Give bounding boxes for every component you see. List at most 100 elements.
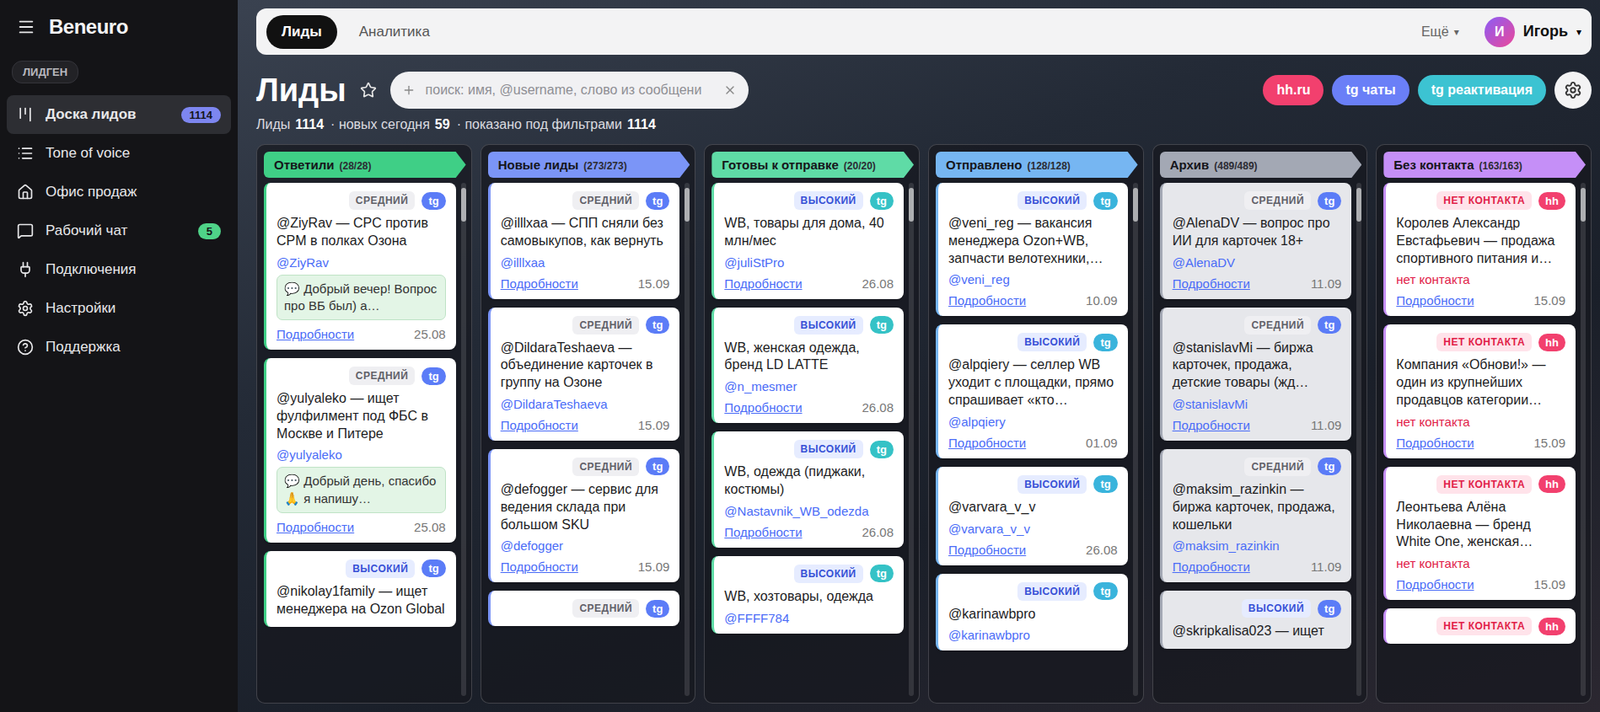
details-link[interactable]: Подробности — [1172, 276, 1251, 291]
card-title: @ZiyRav — CPC против CPM в полках Озона — [276, 214, 446, 251]
details-link[interactable]: Подробности — [724, 400, 802, 415]
card-handle[interactable]: @alpqiery — [948, 414, 1118, 430]
sidebar-item[interactable]: Офис продаж — [6, 172, 231, 212]
sidebar-item[interactable]: Tone of voice — [6, 134, 231, 173]
settings-button[interactable] — [1554, 71, 1592, 109]
lead-card[interactable]: СРЕДНИЙtg@AlenaDV — вопрос про ИИ для ка… — [1159, 182, 1353, 300]
lead-card[interactable]: СРЕДНИЙtg@stanislavMi — биржа карточек, … — [1159, 307, 1353, 441]
lead-card[interactable]: СРЕДНИЙtg — [488, 590, 681, 627]
card-handle[interactable]: @Nastavnik_WB_odezda — [724, 504, 894, 519]
card-badges: СРЕДНИЙtg — [500, 316, 671, 335]
top-tab[interactable]: Аналитика — [343, 15, 446, 49]
sidebar-item[interactable]: Подключения — [6, 250, 231, 290]
scroll-thumb[interactable] — [1132, 187, 1139, 222]
card-handle[interactable]: @n_mesmer — [724, 379, 894, 394]
details-link[interactable]: Подробности — [948, 435, 1026, 451]
lead-card[interactable]: СРЕДНИЙtg@DildaraTeshaeva — объединение … — [488, 307, 681, 441]
plus-icon[interactable] — [402, 83, 416, 97]
details-link[interactable]: Подробности — [1395, 293, 1474, 308]
lead-card[interactable]: СРЕДНИЙtg@illlxaa — СПП сняли без самовы… — [488, 182, 681, 300]
card-handle[interactable]: @maksim_razinkin — [1172, 538, 1343, 554]
priority-badge: НЕТ КОНТАКТА — [1436, 191, 1532, 210]
column-header[interactable]: Без контакта(163/163) — [1383, 151, 1586, 178]
card-handle[interactable]: @veni_reg — [948, 272, 1118, 287]
more-button[interactable]: Ещё▾ — [1421, 24, 1460, 40]
column-header[interactable]: Готовы к отправке(20/20) — [711, 151, 914, 178]
lead-card[interactable]: НЕТ КОНТАКТАhhЛеонтьева Алёна Николаевна… — [1383, 467, 1576, 601]
source-button[interactable]: hh.ru — [1262, 75, 1324, 106]
menu-icon[interactable] — [16, 17, 36, 37]
details-link[interactable]: Подробности — [724, 276, 802, 291]
scrollbar[interactable] — [461, 182, 467, 697]
lead-card[interactable]: НЕТ КОНТАКТАhh — [1383, 608, 1576, 645]
user-menu[interactable]: ИИгорь▾ — [1484, 16, 1582, 48]
lead-card[interactable]: НЕТ КОНТАКТАhhКоролев Александр Евстафье… — [1383, 182, 1576, 317]
card-handle[interactable]: @yulyaleko — [276, 447, 446, 462]
card-handle[interactable]: @ZiyRav — [276, 255, 446, 270]
details-link[interactable]: Подробности — [948, 293, 1026, 308]
details-link[interactable]: Подробности — [1172, 418, 1251, 433]
card-handle[interactable]: @defogger — [500, 538, 671, 554]
details-link[interactable]: Подробности — [500, 276, 579, 291]
lead-card[interactable]: СРЕДНИЙtg@defogger — сервис для ведения … — [488, 449, 681, 583]
favorite-button[interactable] — [358, 80, 379, 101]
details-link[interactable]: Подробности — [500, 418, 579, 433]
lead-card[interactable]: СРЕДНИЙtg@yulyaleko — ищет фулфилмент по… — [263, 358, 457, 543]
logo[interactable]: Beneuro — [48, 15, 129, 39]
scroll-thumb[interactable] — [1580, 187, 1586, 222]
details-link[interactable]: Подробности — [276, 520, 355, 535]
details-link[interactable]: Подробности — [1395, 577, 1474, 592]
lead-card[interactable]: ВЫСОКИЙtg@alpqiery — селлер WB уходит с … — [935, 324, 1128, 458]
scroll-thumb[interactable] — [684, 187, 690, 222]
lead-card[interactable]: ВЫСОКИЙtg@karinawbpro@karinawbpro — [935, 574, 1128, 652]
card-handle[interactable]: @illlxaa — [500, 255, 671, 270]
scroll-thumb[interactable] — [1356, 187, 1362, 222]
details-link[interactable]: Подробности — [1172, 559, 1251, 575]
card-handle[interactable]: @FFFF784 — [724, 611, 894, 626]
details-link[interactable]: Подробности — [724, 525, 802, 540]
lead-card[interactable]: ВЫСОКИЙtg@skripkalisa023 — ищет — [1159, 590, 1353, 650]
card-handle[interactable]: @varvara_v_v — [948, 521, 1118, 537]
source-button[interactable]: tg чаты — [1331, 75, 1409, 106]
card-title: WB, одежда (пиджаки, костюмы) — [724, 463, 894, 500]
card-handle[interactable]: @DildaraTeshaeva — [500, 397, 671, 412]
source-button[interactable]: tg реактивация — [1417, 75, 1547, 106]
lead-card[interactable]: ВЫСОКИЙtgWB, товары для дома, 40 млн/мес… — [711, 182, 904, 300]
scrollbar[interactable] — [1580, 182, 1586, 697]
lead-card[interactable]: ВЫСОКИЙtg@veni_reg — вакансия менеджера … — [935, 182, 1128, 317]
details-link[interactable]: Подробности — [500, 559, 579, 575]
sidebar-item[interactable]: Доска лидов1114 — [6, 95, 231, 135]
card-handle[interactable]: @stanislavMi — [1172, 397, 1343, 412]
details-link[interactable]: Подробности — [948, 542, 1026, 558]
details-link[interactable]: Подробности — [276, 327, 355, 342]
scrollbar[interactable] — [1132, 182, 1139, 697]
lead-card[interactable]: СРЕДНИЙtg@ZiyRav — CPC против CPM в полк… — [263, 182, 457, 350]
lead-card[interactable]: НЕТ КОНТАКТАhhКомпания «Обнови!» — один … — [1383, 324, 1576, 458]
card-handle[interactable]: @AlenaDV — [1172, 255, 1343, 270]
column-header[interactable]: Отправлено(128/128) — [935, 151, 1139, 178]
top-tab[interactable]: Лиды — [266, 15, 338, 49]
search-input[interactable] — [424, 81, 715, 99]
lead-card[interactable]: ВЫСОКИЙtgWB, женская одежда, бренд LD LA… — [711, 307, 904, 425]
scrollbar[interactable] — [908, 182, 914, 697]
card-handle[interactable]: @karinawbpro — [948, 628, 1118, 643]
column-header[interactable]: Ответили(28/28) — [263, 151, 467, 178]
lead-card[interactable]: ВЫСОКИЙtg@varvara_v_v@varvara_v_vПодробн… — [935, 467, 1128, 566]
lead-card[interactable]: ВЫСОКИЙtg@nikolay1family — ищет менеджер… — [263, 551, 457, 628]
scroll-thumb[interactable] — [461, 187, 467, 222]
lead-card[interactable]: ВЫСОКИЙtgWB, одежда (пиджаки, костюмы)@N… — [711, 431, 904, 548]
scrollbar[interactable] — [1356, 182, 1362, 697]
lead-card[interactable]: СРЕДНИЙtg@maksim_razinkin — биржа карточ… — [1159, 449, 1353, 583]
column-header[interactable]: Архив(489/489) — [1159, 151, 1363, 178]
card-handle[interactable]: @juliStPro — [724, 255, 894, 270]
sidebar-item[interactable]: Настройки — [6, 289, 231, 328]
card-title: Леонтьева Алёна Николаевна — бренд White… — [1395, 499, 1566, 552]
sidebar-item[interactable]: Рабочий чат5 — [6, 211, 231, 251]
sidebar-item[interactable]: Поддержка — [6, 327, 231, 367]
scroll-thumb[interactable] — [908, 187, 914, 222]
scrollbar[interactable] — [684, 182, 690, 697]
column-header[interactable]: Новые лиды(273/273) — [488, 151, 691, 178]
details-link[interactable]: Подробности — [1395, 435, 1474, 451]
clear-icon[interactable] — [723, 83, 737, 97]
lead-card[interactable]: ВЫСОКИЙtgWB, хозтовары, одежда@FFFF784 — [711, 556, 904, 634]
